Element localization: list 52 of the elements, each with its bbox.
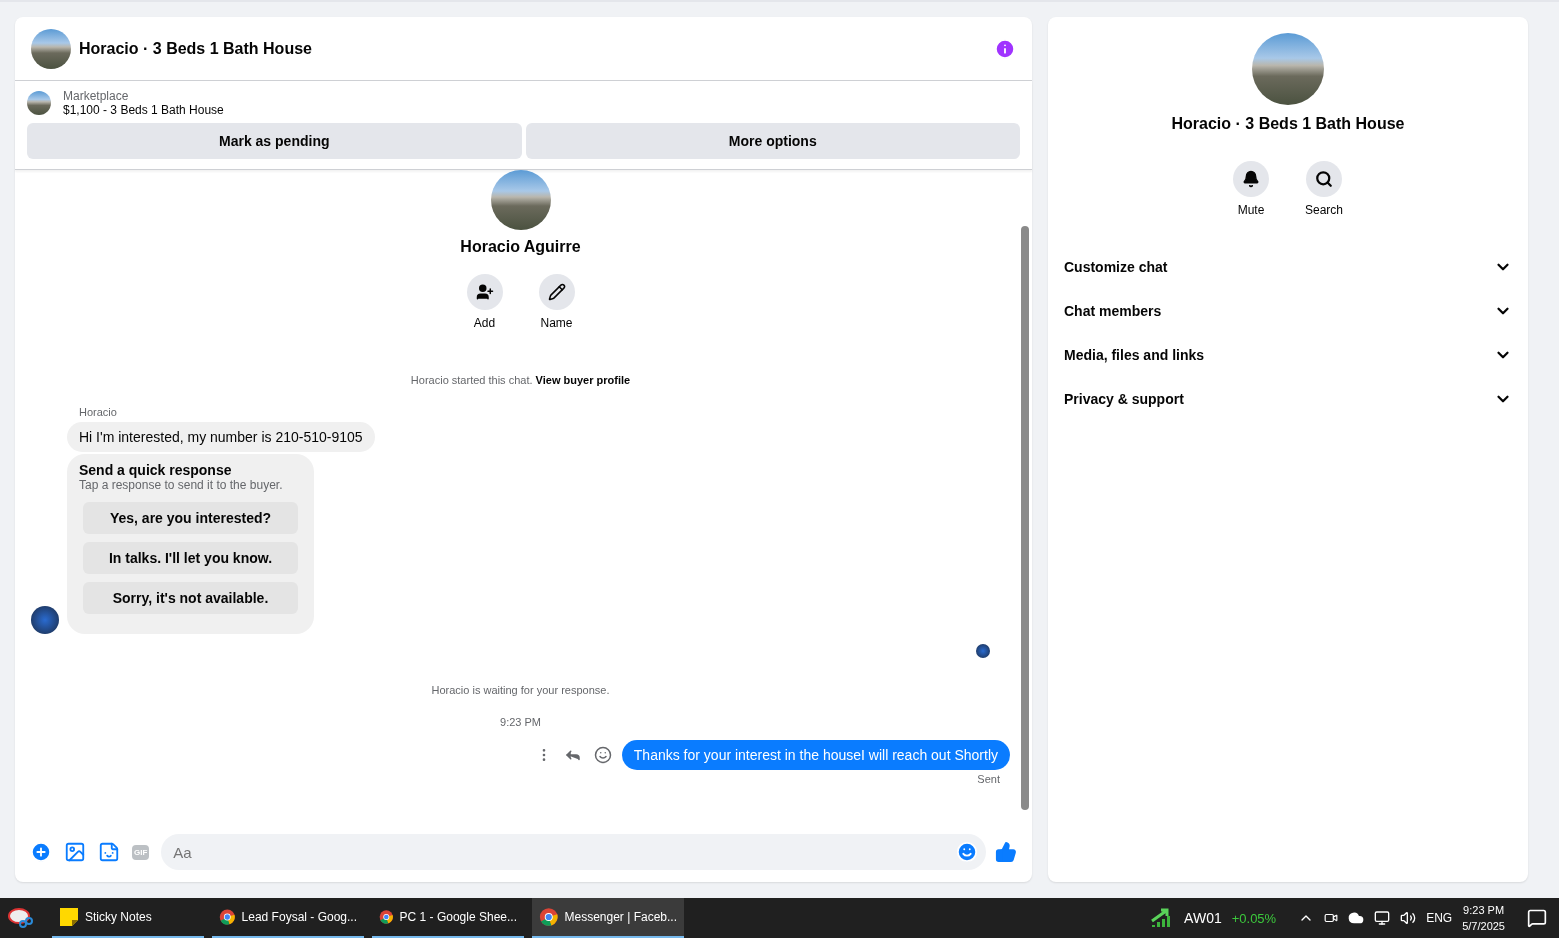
- message-status: Sent: [976, 773, 1001, 785]
- ticker-change: +0.05%: [1231, 910, 1277, 926]
- chat-start-note: Horacio started this chat. View buyer profile: [410, 374, 631, 386]
- chat-title: Horacio · 3 Beds 1 Bath House: [79, 39, 312, 58]
- taskbar-app[interactable]: Messenger | Faceb...: [532, 898, 684, 938]
- taskbar-app[interactable]: Lead Foysal - Goog...: [212, 898, 364, 938]
- volume-icon[interactable]: [1400, 910, 1417, 926]
- house-photo-placeholder: [27, 91, 51, 115]
- language-indicator[interactable]: ENG: [1426, 911, 1453, 925]
- waiting-note: Horacio is waiting for your response.: [430, 684, 611, 696]
- notification-icon[interactable]: [1527, 908, 1547, 928]
- cloud-icon[interactable]: [1348, 910, 1365, 926]
- profile-name: Horacio Aguirre: [460, 238, 581, 256]
- quick-response-button[interactable]: Sorry, it's not available.: [83, 582, 298, 614]
- read-receipt-avatar: [976, 644, 990, 658]
- details-section[interactable]: Customize chat: [1064, 245, 1512, 289]
- network-icon[interactable]: [1374, 910, 1391, 926]
- details-section[interactable]: Chat members: [1064, 289, 1512, 333]
- details-section[interactable]: Media, files and links: [1064, 333, 1512, 377]
- outgoing-message: Thanks for your interest in the houseI will reach out Shortly: [621, 740, 1010, 770]
- quick-response-button[interactable]: Yes, are you interested?: [83, 502, 298, 534]
- listing-action-button[interactable]: More options: [525, 123, 1020, 159]
- bell-icon: [1242, 170, 1260, 188]
- quick-response-button[interactable]: In talks. I'll let you know.: [83, 542, 298, 574]
- house-photo-placeholder: [31, 28, 71, 69]
- message-input-field[interactable]: Aa: [161, 834, 986, 870]
- taskbar-app[interactable]: PC 1 - Google Shee...: [372, 898, 524, 938]
- listing-title: $1,100 - 3 Beds 1 Bath House: [63, 103, 224, 117]
- emoji-icon[interactable]: [956, 841, 978, 863]
- add-person-icon: [475, 283, 494, 301]
- browser-icon: [539, 906, 559, 928]
- buyer-profile-link[interactable]: View buyer profile: [535, 374, 631, 386]
- ticker-symbol: AW01: [1184, 910, 1222, 926]
- quick-response-hint: Tap a response to send it to the buyer.: [79, 478, 284, 492]
- clock[interactable]: 9:23 PM 5/7/2025: [1462, 902, 1505, 934]
- search-icon: [1315, 170, 1333, 188]
- details-section[interactable]: Privacy & support: [1064, 377, 1512, 421]
- info-button[interactable]: [994, 37, 1016, 60]
- taskbar-app[interactable]: Sticky Notes: [52, 898, 204, 938]
- quick-response-title: Send a quick response: [79, 462, 233, 478]
- sender-name: Horacio: [78, 406, 117, 418]
- scissors-icon: [7, 907, 33, 929]
- pencil-icon: [547, 283, 566, 301]
- listing-source: Marketplace: [63, 89, 130, 103]
- camera-icon[interactable]: [1324, 911, 1339, 925]
- browser-icon: [219, 906, 236, 928]
- details-title: Horacio · 3 Beds 1 Bath House: [1171, 115, 1405, 133]
- listing-action-button[interactable]: Mark as pending: [27, 123, 522, 159]
- sticky-note-icon: [59, 907, 79, 927]
- incoming-message: Hi I'm interested, my number is 210-510-9105: [67, 422, 375, 452]
- sender-avatar: [31, 606, 59, 634]
- message-time: 9:23 PM: [499, 716, 542, 728]
